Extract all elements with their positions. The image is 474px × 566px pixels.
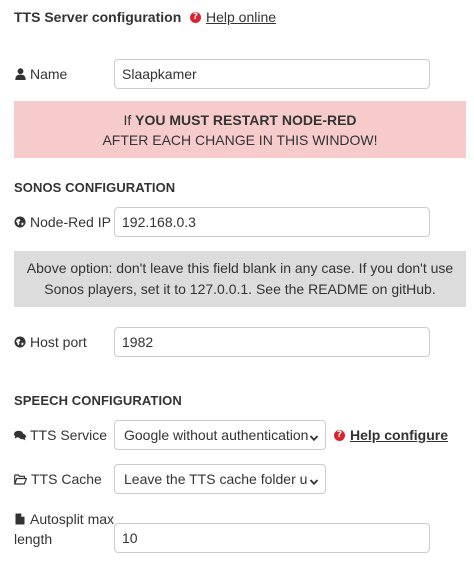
- tts-cache-label: TTS Cache: [31, 471, 102, 487]
- restart-warning-bold: YOU MUST RESTART NODE-RED: [135, 112, 357, 128]
- chevron-down-icon: [309, 430, 319, 446]
- tts-service-selected: Google without authentication: [124, 427, 309, 443]
- globe-icon: [14, 216, 26, 228]
- tts-cache-selected: Leave the TTS cache folder u: [124, 471, 308, 487]
- file-icon: [14, 513, 26, 525]
- sonos-section-heading: SONOS CONFIGURATION: [14, 180, 176, 195]
- question-circle-icon: ?: [190, 11, 201, 23]
- autosplit-label-line2: length: [14, 531, 53, 547]
- help-online-link[interactable]: ? Help online: [190, 9, 276, 25]
- note-line1: Above option: don't leave this field bla…: [26, 260, 454, 276]
- note-line2: Sonos players, set it to 127.0.0.1. See …: [44, 281, 436, 297]
- autosplit-label-row: Autosplit max: [14, 509, 114, 529]
- tts-service-select[interactable]: Google without authentication: [114, 420, 326, 450]
- restart-warning-line2: AFTER EACH CHANGE IN THIS WINDOW!: [102, 132, 378, 148]
- host-port-input[interactable]: [114, 327, 430, 357]
- folder-open-icon: [14, 473, 27, 485]
- autosplit-label-block: Autosplit max length: [14, 509, 114, 549]
- speech-section-heading: SPEECH CONFIGURATION: [14, 393, 182, 408]
- name-input[interactable]: [114, 59, 430, 89]
- restart-warning-banner: If YOU MUST RESTART NODE-RED AFTER EACH …: [14, 101, 466, 158]
- node-red-ip-label-row: Node-Red IP: [14, 214, 111, 230]
- tts-service-label: TTS Service: [30, 427, 108, 443]
- comments-icon: [14, 429, 26, 441]
- node-red-ip-input[interactable]: [114, 207, 430, 237]
- chevron-down-icon: [309, 474, 319, 490]
- tts-cache-label-row: TTS Cache: [14, 471, 102, 487]
- user-icon: [14, 68, 26, 80]
- name-label-row: Name: [14, 66, 67, 82]
- help-configure-label[interactable]: Help configure: [350, 427, 448, 443]
- autosplit-input[interactable]: [114, 523, 430, 553]
- globe-icon: [14, 336, 26, 348]
- tts-cache-select[interactable]: Leave the TTS cache folder u: [114, 464, 326, 494]
- node-red-ip-label: Node-Red IP: [30, 214, 111, 230]
- restart-warning-line1: If YOU MUST RESTART NODE-RED: [14, 110, 466, 130]
- page-title: TTS Server configuration: [14, 9, 182, 25]
- host-port-label-row: Host port: [14, 334, 87, 350]
- autosplit-label-line1: Autosplit max: [30, 511, 115, 527]
- name-label: Name: [30, 66, 68, 82]
- help-configure-link[interactable]: ? Help configure: [334, 427, 448, 443]
- restart-warning-prefix: If: [123, 112, 136, 128]
- tts-service-label-row: TTS Service: [14, 427, 107, 443]
- host-port-label: Host port: [30, 334, 87, 350]
- help-online-label[interactable]: Help online: [206, 9, 276, 25]
- node-red-ip-note: Above option: don't leave this field bla…: [14, 251, 466, 307]
- question-circle-icon: ?: [334, 429, 345, 441]
